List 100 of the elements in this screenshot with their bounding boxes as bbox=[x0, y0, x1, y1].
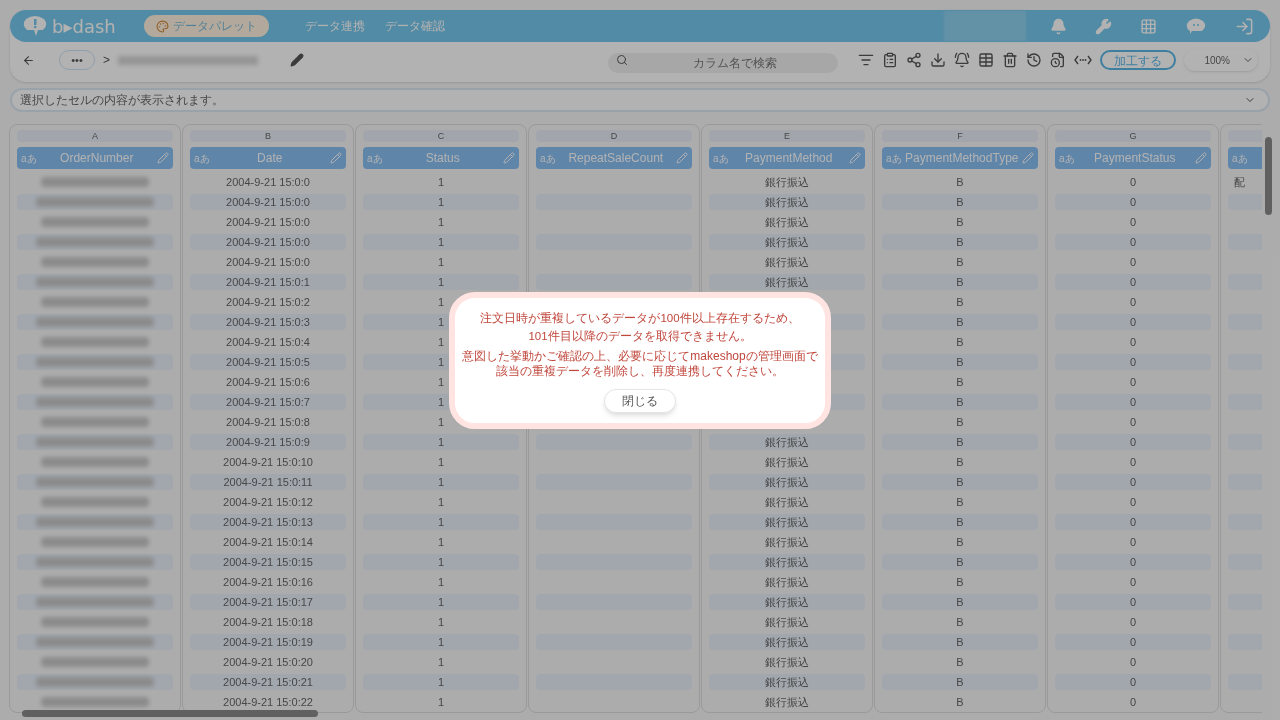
table-cell: 0 bbox=[1129, 215, 1137, 229]
table-cell: 銀行振込 bbox=[765, 695, 809, 709]
app-pill[interactable]: データパレット bbox=[143, 15, 269, 37]
history-icon[interactable] bbox=[1026, 52, 1042, 68]
table-icon[interactable] bbox=[978, 52, 994, 68]
table-cell: B bbox=[956, 215, 964, 229]
table-cell: 銀行振込 bbox=[765, 275, 809, 289]
table-cell: 0 bbox=[1129, 195, 1137, 209]
type-label: aあ bbox=[21, 151, 37, 166]
dialog-detail: 意図した挙動かご確認の上、必要に応じてmakeshopの管理画面で bbox=[462, 348, 818, 364]
table-cell: 0 bbox=[1129, 575, 1137, 589]
column-header[interactable]: aあ RepeatSaleCount bbox=[536, 147, 692, 169]
table-cell: B bbox=[956, 275, 964, 289]
table-cell: 0 bbox=[1129, 535, 1137, 549]
table-cell: 1 bbox=[437, 175, 445, 189]
column-letter[interactable]: D bbox=[536, 130, 692, 142]
table-cell: 1 bbox=[437, 315, 445, 329]
table-cell: B bbox=[956, 255, 964, 269]
table-cell: 銀行振込 bbox=[765, 175, 809, 189]
cell-viewer[interactable]: 選択したセルの内容が表示されます。 bbox=[10, 88, 1270, 112]
table-cell: 0 bbox=[1129, 435, 1137, 449]
zoom-select[interactable]: 100% bbox=[1184, 49, 1258, 71]
table-cell: B bbox=[956, 435, 964, 449]
table-cell: 2004-9-21 15:0:8 bbox=[226, 415, 310, 429]
nav-link[interactable]: データ連携 bbox=[304, 17, 365, 35]
type-label: aあ bbox=[194, 151, 210, 166]
clipboard-icon[interactable] bbox=[882, 52, 898, 68]
table-cell: 0 bbox=[1129, 655, 1137, 669]
column-header[interactable]: aあ PaymentMethod bbox=[709, 147, 865, 169]
table-cell: B bbox=[956, 475, 964, 489]
table-cell: 0 bbox=[1129, 595, 1137, 609]
search-icon bbox=[616, 54, 628, 66]
refresh-bell-icon[interactable] bbox=[954, 52, 970, 68]
table-cell: 1 bbox=[437, 555, 445, 569]
table-cell: 1 bbox=[437, 695, 445, 709]
table-cell: 1 bbox=[437, 455, 445, 469]
column-letter[interactable]: F bbox=[882, 130, 1038, 142]
table-cell: 銀行振込 bbox=[765, 255, 809, 269]
grid-icon[interactable] bbox=[1140, 17, 1157, 35]
dialog-detail: 該当の重複データを削除し、再度連携してください。 bbox=[495, 363, 785, 379]
column-header[interactable]: aあ bbox=[1228, 147, 1262, 169]
wrench-icon[interactable] bbox=[1095, 17, 1112, 35]
table-cell: 2004-9-21 15:0:17 bbox=[223, 595, 313, 609]
column-header[interactable]: aあ Date bbox=[190, 147, 346, 169]
table-cell: 銀行振込 bbox=[765, 195, 809, 209]
table-cell: 2004-9-21 15:0:4 bbox=[226, 335, 310, 349]
table-cell: B bbox=[956, 575, 964, 589]
column-header[interactable]: aあ Status bbox=[363, 147, 519, 169]
column-letter[interactable]: B bbox=[190, 130, 346, 142]
horizontal-scrollbar[interactable] bbox=[22, 710, 318, 717]
table-cell: 1 bbox=[437, 515, 445, 529]
table-cell: 2004-9-21 15:0:22 bbox=[223, 695, 313, 709]
column-name: PaymentStatus bbox=[1093, 150, 1177, 167]
table-cell: 1 bbox=[437, 675, 445, 689]
table-cell: 銀行振込 bbox=[765, 475, 809, 489]
table-cell: 0 bbox=[1129, 695, 1137, 709]
column-header[interactable]: aあ OrderNumber bbox=[17, 147, 173, 169]
vertical-scrollbar[interactable] bbox=[1265, 137, 1272, 215]
dialog-message: 101件目以降のデータを取得できません。 bbox=[528, 328, 752, 344]
bell-icon[interactable] bbox=[1050, 17, 1067, 35]
column-header[interactable]: aあ PaymentMethodType bbox=[882, 147, 1038, 169]
table-cell: B bbox=[956, 295, 964, 309]
table-cell: B bbox=[956, 175, 964, 189]
table-cell: B bbox=[956, 335, 964, 349]
table-cell: B bbox=[956, 315, 964, 329]
column-letter[interactable]: E bbox=[709, 130, 865, 142]
column-letter[interactable]: C bbox=[363, 130, 519, 142]
code-icon[interactable] bbox=[1074, 55, 1092, 65]
type-label: aあ bbox=[367, 151, 383, 166]
table-cell: 1 bbox=[437, 435, 445, 449]
pencil-icon[interactable] bbox=[290, 53, 304, 67]
table-cell: 2004-9-21 15:0:14 bbox=[223, 535, 313, 549]
login-icon[interactable] bbox=[1235, 16, 1254, 36]
nav-link[interactable]: データ確認 bbox=[384, 17, 445, 35]
column-letter[interactable]: A bbox=[17, 130, 173, 142]
type-label: aあ bbox=[1232, 151, 1248, 166]
table-cell: 2004-9-21 15:0:11 bbox=[223, 475, 313, 489]
table-cell: 銀行振込 bbox=[765, 615, 809, 629]
table-cell: B bbox=[956, 555, 964, 569]
close-button[interactable]: 閉じる bbox=[604, 388, 676, 413]
back-arrow-icon[interactable] bbox=[22, 53, 35, 67]
table-cell: 2004-9-21 15:0:5 bbox=[226, 355, 310, 369]
download-icon[interactable] bbox=[930, 52, 946, 68]
table-cell: 0 bbox=[1129, 475, 1137, 489]
table-cell: 1 bbox=[437, 375, 445, 389]
table-cell: 銀行振込 bbox=[765, 595, 809, 609]
table-cell: 0 bbox=[1129, 335, 1137, 349]
breadcrumb-separator: > bbox=[103, 52, 110, 69]
process-button[interactable]: 加工する bbox=[1100, 50, 1176, 70]
trash-icon[interactable] bbox=[1002, 52, 1018, 68]
table-cell: B bbox=[956, 495, 964, 509]
table-cell: B bbox=[956, 395, 964, 409]
table-cell: B bbox=[956, 615, 964, 629]
column-header[interactable]: aあ PaymentStatus bbox=[1055, 147, 1211, 169]
search-field[interactable]: カラム名で検索 bbox=[608, 53, 838, 73]
column-letter[interactable]: G bbox=[1055, 130, 1211, 142]
table-cell: 銀行振込 bbox=[765, 515, 809, 529]
table-cell: 2004-9-21 15:0:0 bbox=[226, 175, 310, 189]
table-cell: 2004-9-21 15:0:20 bbox=[223, 655, 313, 669]
share-icon[interactable] bbox=[906, 52, 922, 68]
